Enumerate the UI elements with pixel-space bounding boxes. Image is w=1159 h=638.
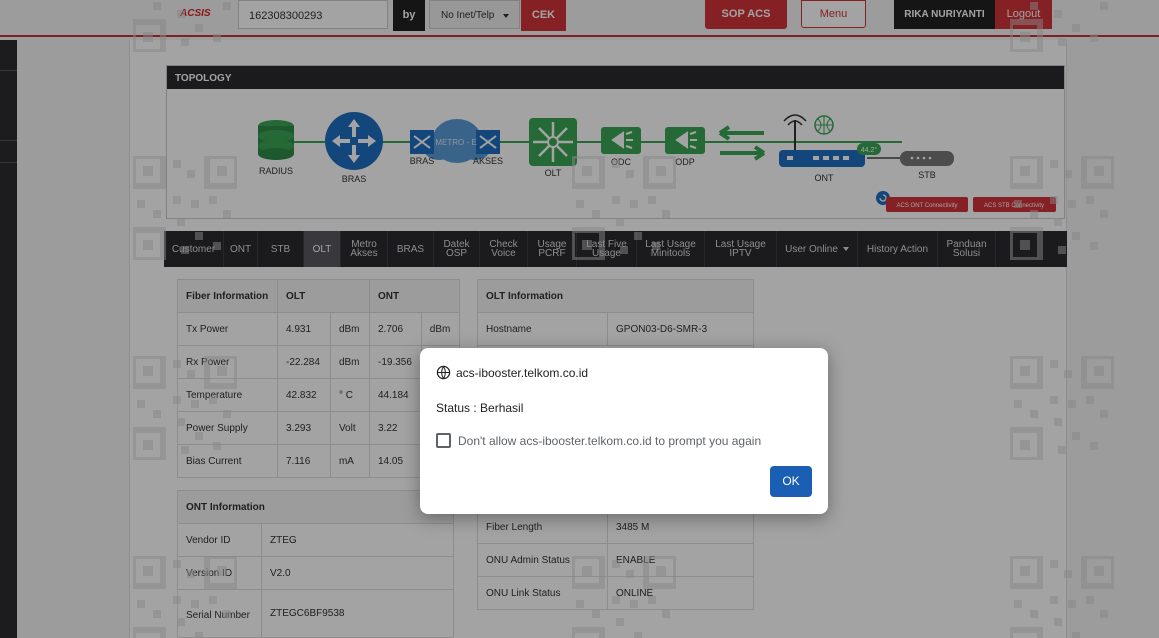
dialog-message: Status : Berhasil (436, 401, 524, 415)
qr-watermark (1010, 0, 1114, 52)
qr-watermark (1010, 156, 1114, 260)
alert-dialog: acs-ibooster.telkom.co.id Status : Berha… (420, 348, 828, 514)
qr-watermark (133, 156, 237, 260)
qr-watermark (1010, 356, 1114, 460)
globe-icon (436, 365, 451, 380)
dont-allow-checkbox[interactable]: Don't allow acs-ibooster.telkom.co.id to… (436, 433, 761, 448)
checkbox-icon[interactable] (436, 433, 451, 448)
modal-overlay (0, 0, 1159, 638)
qr-watermark (572, 556, 676, 638)
qr-watermark (133, 0, 237, 52)
qr-watermark (1010, 556, 1114, 638)
app-root: ACSIS 162308300293 by No Inet/Telp CEK S… (0, 0, 1159, 638)
qr-watermark (133, 356, 237, 460)
dialog-origin: acs-ibooster.telkom.co.id (436, 365, 588, 380)
checkbox-label: Don't allow acs-ibooster.telkom.co.id to… (458, 433, 762, 448)
qr-watermark (133, 556, 237, 638)
dialog-origin-text: acs-ibooster.telkom.co.id (456, 365, 589, 380)
ok-button[interactable]: OK (770, 466, 812, 497)
qr-watermark (572, 156, 676, 260)
